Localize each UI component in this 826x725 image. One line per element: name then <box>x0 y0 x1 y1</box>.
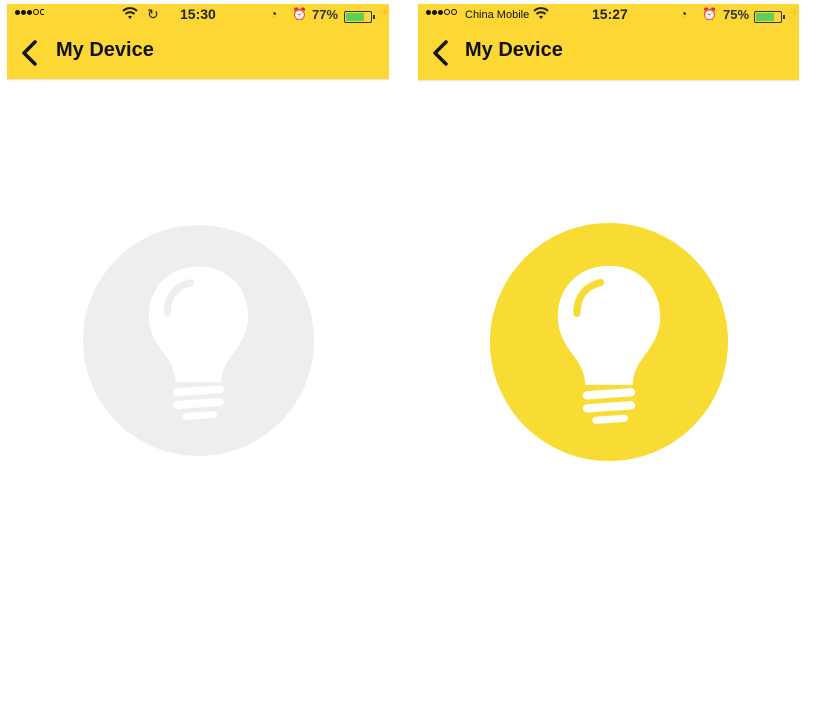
battery-percentage: 77% <box>312 7 339 22</box>
status-bar: ↻ 15:30 ◔ ⏰ 77% ⚡ <box>7 4 391 26</box>
signal-strength-icon <box>426 9 457 15</box>
page-title: My Device <box>465 39 563 61</box>
lightbulb-icon <box>490 223 728 461</box>
page-title: My Device <box>56 39 154 61</box>
battery-icon <box>754 11 785 23</box>
nav-bar: My Device <box>7 30 389 72</box>
status-time: 15:27 <box>592 6 628 22</box>
status-time: 15:30 <box>180 6 216 22</box>
lightbulb-icon <box>83 225 314 456</box>
light-toggle-button[interactable] <box>83 225 314 456</box>
sync-icon: ↻ <box>147 6 159 22</box>
wifi-icon <box>122 7 138 19</box>
charging-bolt-icon: ⚡ <box>787 7 801 19</box>
alarm-icon: ⏰ <box>292 7 307 21</box>
wifi-icon <box>533 7 549 19</box>
carrier-name: China Mobile <box>465 9 530 21</box>
alarm-icon: ⏰ <box>702 7 717 21</box>
battery-percentage: 75% <box>723 7 750 22</box>
phone-screen-left: ↻ 15:30 ◔ ⏰ 77% ⚡ My Device <box>7 4 391 704</box>
back-chevron-icon[interactable] <box>428 38 454 68</box>
phone-screen-right: China Mobile 15:27 ◔ ⏰ 75% ⚡ My Device <box>418 4 801 704</box>
orientation-lock-icon: ◔ <box>680 7 688 21</box>
back-chevron-icon[interactable] <box>17 38 43 68</box>
status-bar: China Mobile 15:27 ◔ ⏰ 75% ⚡ <box>418 4 801 26</box>
app-header: China Mobile 15:27 ◔ ⏰ 75% ⚡ My Device <box>418 4 801 80</box>
signal-strength-icon <box>15 9 44 15</box>
app-header: ↻ 15:30 ◔ ⏰ 77% ⚡ My Device <box>7 4 391 79</box>
battery-icon <box>344 11 375 23</box>
charging-bolt-icon: ⚡ <box>377 7 391 19</box>
light-toggle-button[interactable] <box>490 223 728 461</box>
nav-bar: My Device <box>418 30 799 72</box>
orientation-lock-icon: ◔ <box>270 7 278 21</box>
